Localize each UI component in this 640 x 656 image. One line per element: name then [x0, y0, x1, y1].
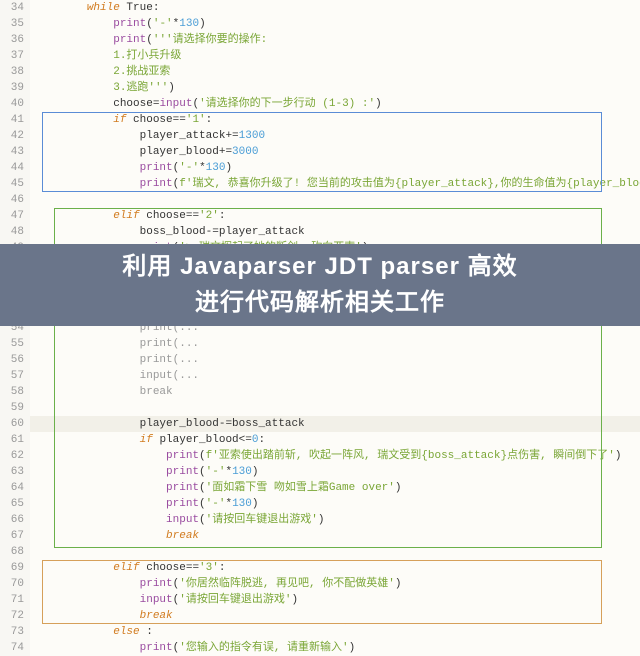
region-box-blue: [42, 112, 602, 192]
line-number: 74: [0, 640, 30, 656]
code-content[interactable]: choose=input('请选择你的下一步行动 (1-3) :'): [30, 96, 640, 112]
line-number: 60: [0, 416, 30, 432]
code-line[interactable]: 46: [0, 192, 640, 208]
code-line[interactable]: 34 while True:: [0, 0, 640, 16]
line-number: 42: [0, 128, 30, 144]
code-content[interactable]: [30, 192, 640, 208]
line-number: 43: [0, 144, 30, 160]
code-content[interactable]: print('''请选择你要的操作:: [30, 32, 640, 48]
line-number: 34: [0, 0, 30, 16]
code-content[interactable]: 2.挑战亚索: [30, 64, 640, 80]
code-content[interactable]: 1.打小兵升级: [30, 48, 640, 64]
line-number: 55: [0, 336, 30, 352]
line-number: 45: [0, 176, 30, 192]
code-line[interactable]: 36 print('''请选择你要的操作:: [0, 32, 640, 48]
line-number: 70: [0, 576, 30, 592]
region-box-orange: [42, 560, 602, 624]
line-number: 41: [0, 112, 30, 128]
line-number: 63: [0, 464, 30, 480]
code-content[interactable]: print('-'*130): [30, 16, 640, 32]
code-line[interactable]: 40 choose=input('请选择你的下一步行动 (1-3) :'): [0, 96, 640, 112]
line-number: 61: [0, 432, 30, 448]
code-line[interactable]: 37 1.打小兵升级: [0, 48, 640, 64]
line-number: 44: [0, 160, 30, 176]
overlay-line1: 利用 Javaparser JDT parser 高效: [122, 249, 517, 285]
line-number: 39: [0, 80, 30, 96]
line-number: 72: [0, 608, 30, 624]
line-number: 73: [0, 624, 30, 640]
line-number: 67: [0, 528, 30, 544]
code-line[interactable]: 73 else :: [0, 624, 640, 640]
line-number: 48: [0, 224, 30, 240]
line-number: 40: [0, 96, 30, 112]
code-content[interactable]: 3.逃跑'''): [30, 80, 640, 96]
code-line[interactable]: 35 print('-'*130): [0, 16, 640, 32]
line-number: 65: [0, 496, 30, 512]
line-number: 58: [0, 384, 30, 400]
code-line[interactable]: 38 2.挑战亚索: [0, 64, 640, 80]
code-content[interactable]: while True:: [30, 0, 640, 16]
code-line[interactable]: 74 print('您输入的指令有误, 请重新输入'): [0, 640, 640, 656]
line-number: 35: [0, 16, 30, 32]
line-number: 47: [0, 208, 30, 224]
line-number: 62: [0, 448, 30, 464]
line-number: 36: [0, 32, 30, 48]
line-number: 57: [0, 368, 30, 384]
line-number: 37: [0, 48, 30, 64]
overlay-line2: 进行代码解析相关工作: [195, 285, 445, 321]
title-overlay: 利用 Javaparser JDT parser 高效 进行代码解析相关工作: [0, 244, 640, 326]
line-number: 38: [0, 64, 30, 80]
code-content[interactable]: print('您输入的指令有误, 请重新输入'): [30, 640, 640, 656]
line-number: 69: [0, 560, 30, 576]
line-number: 56: [0, 352, 30, 368]
code-line[interactable]: 39 3.逃跑'''): [0, 80, 640, 96]
line-number: 46: [0, 192, 30, 208]
line-number: 66: [0, 512, 30, 528]
line-number: 64: [0, 480, 30, 496]
line-number: 59: [0, 400, 30, 416]
code-editor[interactable]: 34 while True:35 print('-'*130)36 print(…: [0, 0, 640, 558]
line-number: 71: [0, 592, 30, 608]
code-content[interactable]: else :: [30, 624, 640, 640]
